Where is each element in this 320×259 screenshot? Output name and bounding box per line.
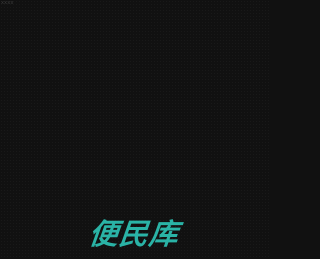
corner-text: xxxx — [1, 0, 14, 6]
brand-footer: 便民库 — [0, 214, 269, 254]
app-screen: xxxx 便民库 — [0, 0, 269, 259]
brand-logo-text: 便民库 — [87, 217, 182, 251]
